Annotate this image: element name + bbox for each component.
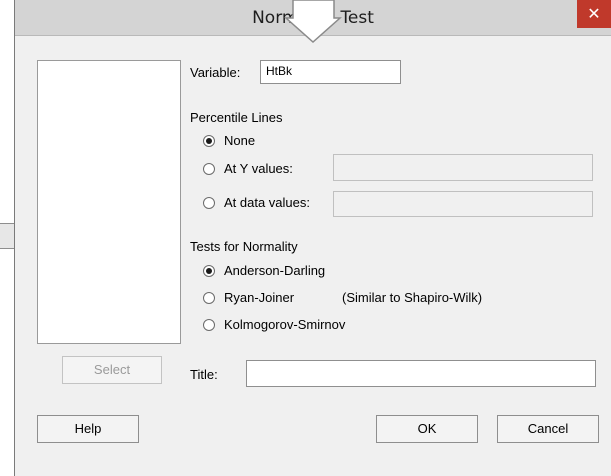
select-button[interactable]: Select xyxy=(62,356,162,384)
title-label: Title: xyxy=(190,367,218,382)
radio-none-label: None xyxy=(224,133,256,148)
variable-list[interactable] xyxy=(37,60,181,344)
close-icon[interactable]: ✕ xyxy=(577,0,611,28)
radio-anderson-darling-label: Anderson-Darling xyxy=(224,263,326,278)
radio-at-y-values[interactable] xyxy=(203,163,215,175)
cancel-button[interactable]: Cancel xyxy=(497,415,599,443)
title-bar: Normality Test ✕ xyxy=(15,0,611,36)
variable-value: HtBk xyxy=(266,64,293,78)
ryan-joiner-note: (Similar to Shapiro-Wilk) xyxy=(342,290,483,305)
percentile-lines-heading: Percentile Lines xyxy=(190,110,283,125)
dialog-body: Select Help Variable: HtBk Percentile Li… xyxy=(15,36,611,476)
radio-kolmogorov-smirnov-label: Kolmogorov-Smirnov xyxy=(224,317,346,332)
variable-field[interactable]: HtBk xyxy=(260,60,401,84)
radio-at-y-values-label: At Y values: xyxy=(224,161,293,176)
title-field[interactable] xyxy=(246,360,596,387)
normality-test-dialog: Normality Test ✕ Select Help Variable: H… xyxy=(14,0,611,476)
help-button[interactable]: Help xyxy=(37,415,139,443)
at-data-values-field[interactable] xyxy=(333,191,593,217)
at-y-values-field[interactable] xyxy=(333,154,593,181)
tests-heading: Tests for Normality xyxy=(190,239,298,254)
radio-kolmogorov-smirnov[interactable] xyxy=(203,319,215,331)
ok-button[interactable]: OK xyxy=(376,415,478,443)
radio-at-data-values-label: At data values: xyxy=(224,195,310,210)
radio-ryan-joiner[interactable] xyxy=(203,292,215,304)
radio-anderson-darling[interactable] xyxy=(203,265,215,277)
radio-none[interactable] xyxy=(203,135,215,147)
variable-label: Variable: xyxy=(190,65,241,80)
radio-at-data-values[interactable] xyxy=(203,197,215,209)
radio-ryan-joiner-label: Ryan-Joiner xyxy=(224,290,295,305)
window-title: Normality Test xyxy=(252,8,374,28)
